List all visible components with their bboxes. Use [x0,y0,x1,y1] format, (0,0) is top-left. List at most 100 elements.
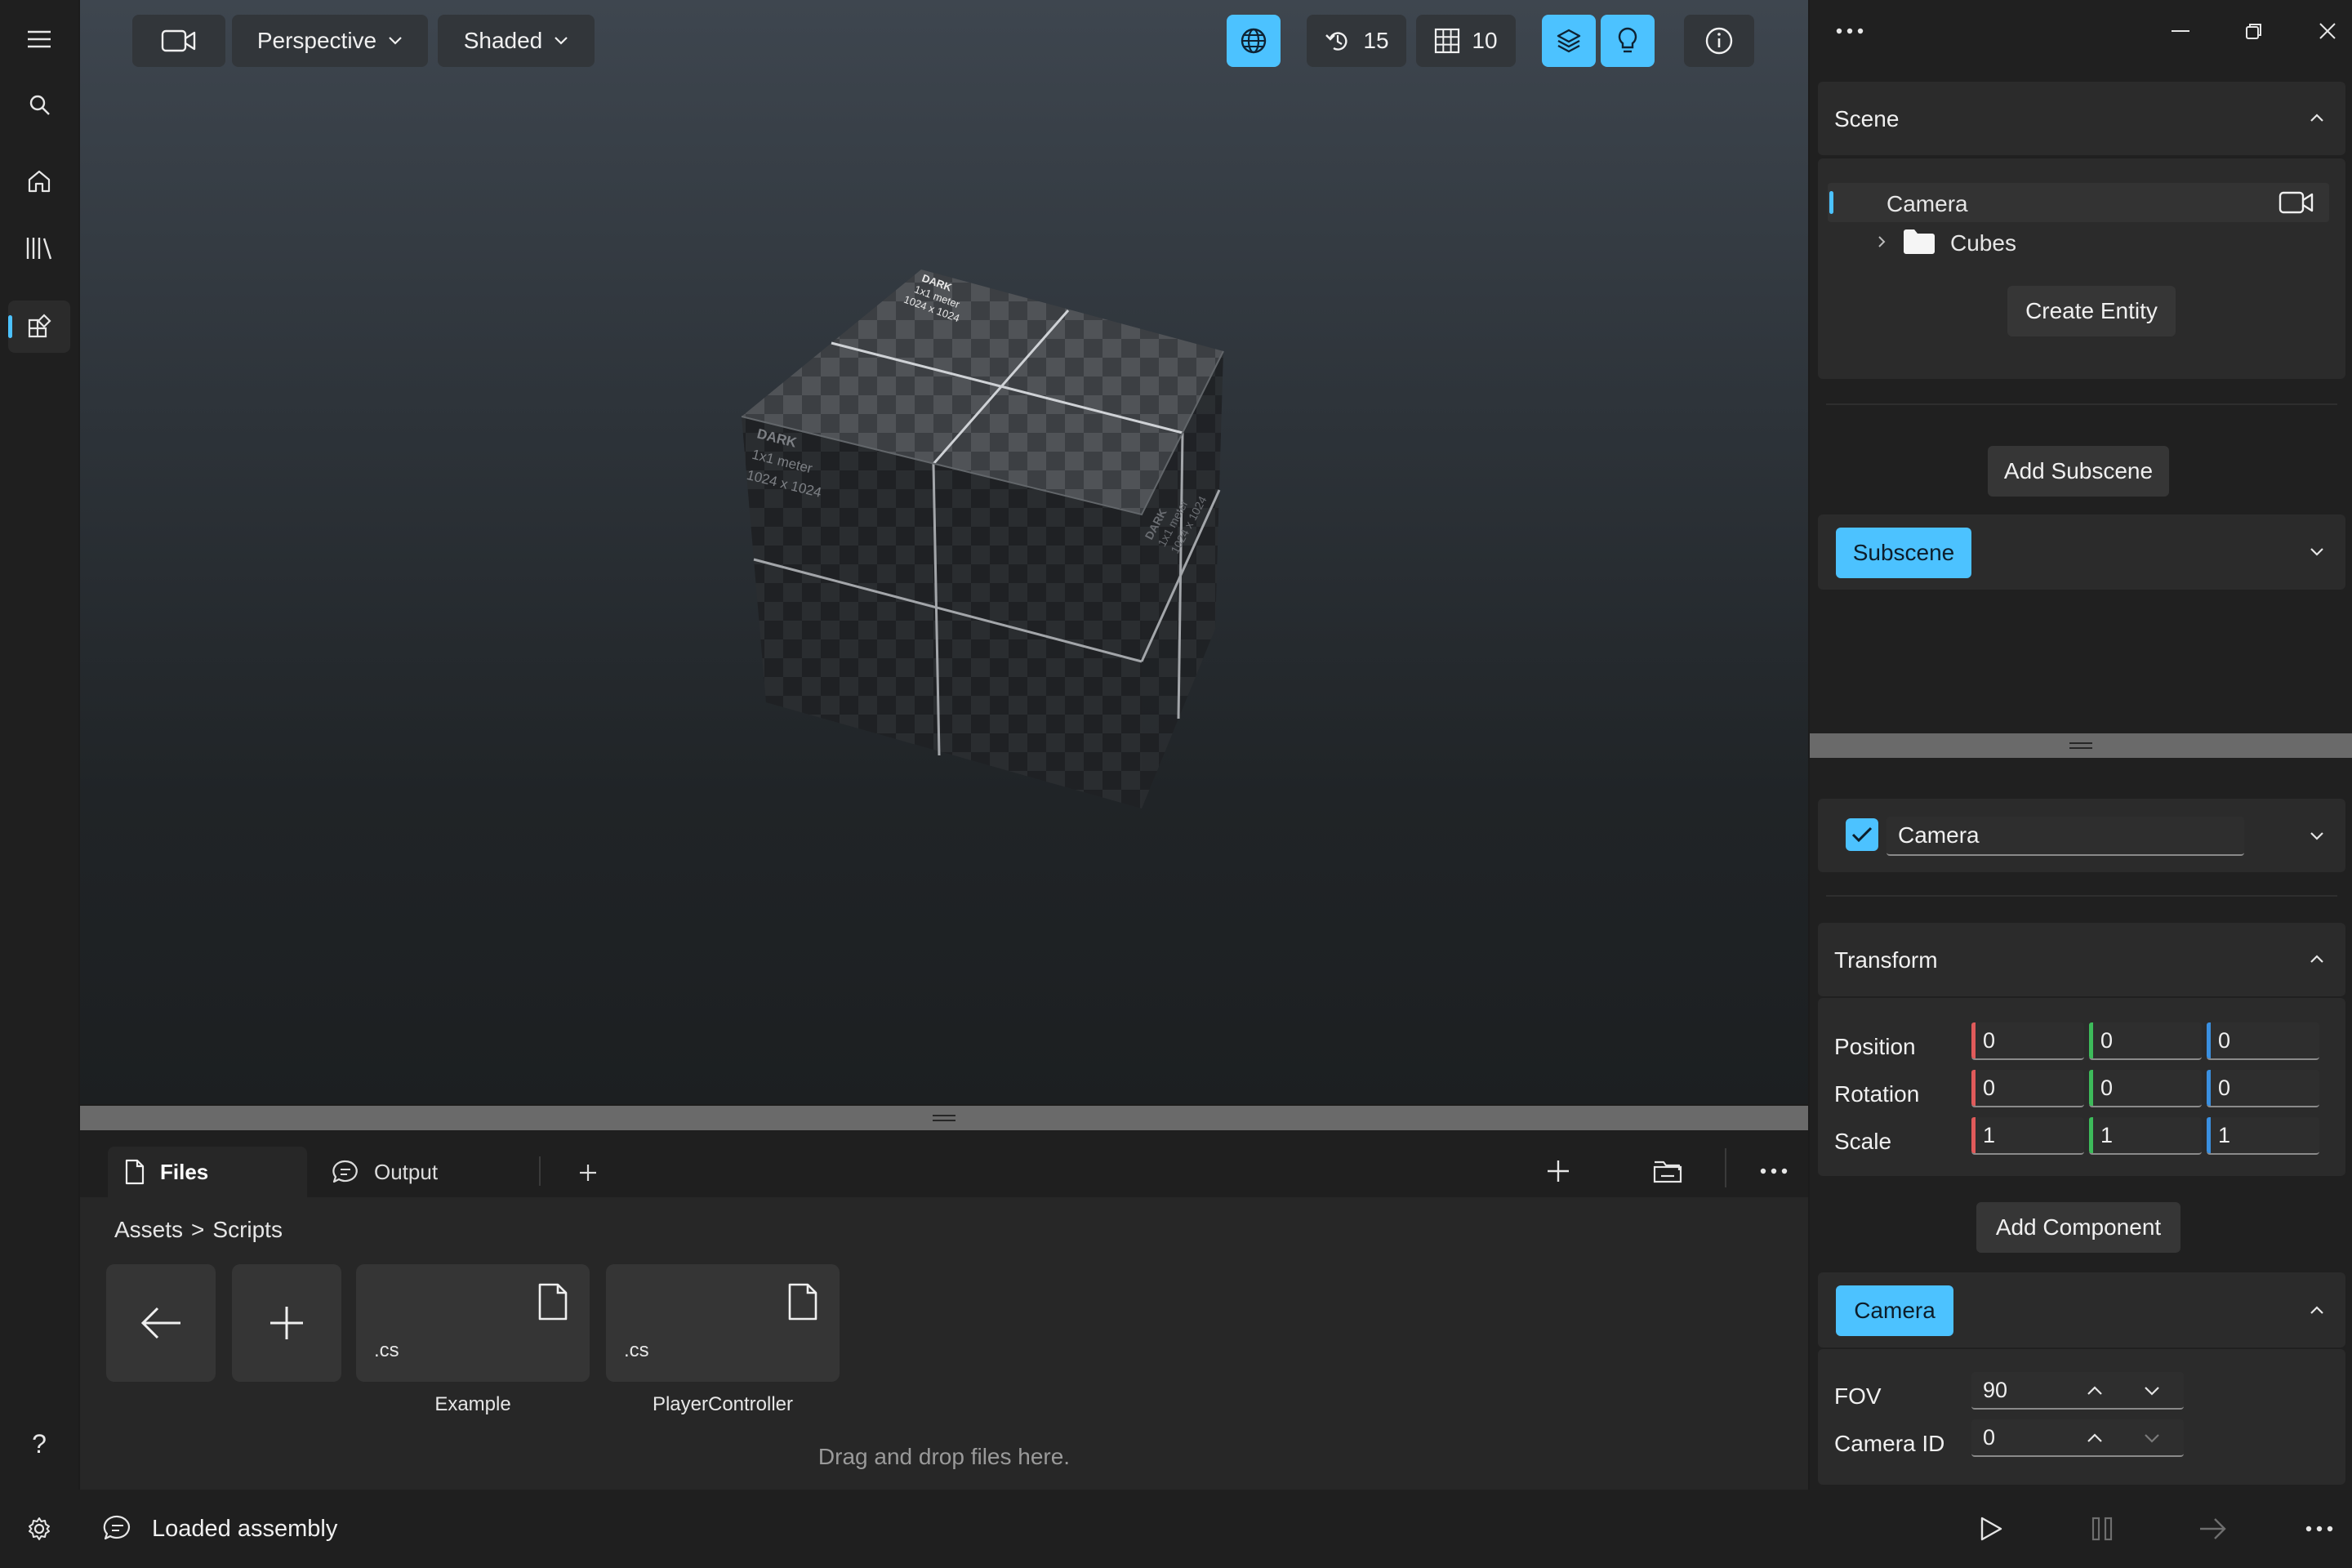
projection-label: Perspective [256,28,377,53]
camera-component-body: FOV 90 Camera ID 0 [1818,1349,2345,1485]
play-button[interactable] [1968,1508,2014,1550]
panel-more-button[interactable] [1836,28,1864,34]
right-panel: Scene Camera Cubes Create Entity Add Sub… [1810,0,2352,1490]
files-more-button[interactable] [1748,1148,1800,1194]
lighting-toggle[interactable] [1601,15,1655,67]
file-tile-playercontroller[interactable]: .cs [606,1264,840,1382]
fov-number-input[interactable]: 90 [1971,1372,2184,1410]
viewport-splitter[interactable] [80,1106,1808,1130]
layers-toggle[interactable] [1542,15,1596,67]
breadcrumb-scripts[interactable]: Scripts [212,1217,283,1243]
value: 0 [1983,1075,1996,1100]
grid-snap-button[interactable]: 10 [1416,15,1516,67]
status-more-button[interactable] [2295,1508,2344,1550]
scale-x-input[interactable]: 1 [1971,1117,2084,1155]
camera-id-number-input[interactable]: 0 [1971,1419,2184,1457]
rotation-y-input[interactable]: 0 [2089,1070,2202,1107]
entity-name-input[interactable]: Camera [1886,817,2244,856]
value: 0 [1983,1027,1996,1053]
menu-button[interactable] [8,13,70,65]
rotation-x-input[interactable]: 0 [1971,1070,2084,1107]
step-button[interactable] [2190,1508,2236,1550]
entity-enabled-checkbox[interactable] [1846,818,1878,851]
camera-view-button[interactable] [132,15,225,67]
camera-component-button[interactable]: Camera [1836,1285,1953,1336]
chevron-up-icon[interactable] [2310,1305,2324,1315]
chevron-down-icon[interactable] [2310,547,2324,557]
scale-y-input[interactable]: 1 [2089,1117,2202,1155]
search-button[interactable] [8,78,70,131]
chevron-up-icon[interactable] [2086,1385,2104,1396]
scene-editor-button[interactable] [8,301,70,353]
more-icon [1760,1168,1788,1174]
position-y-input[interactable]: 0 [2089,1022,2202,1060]
position-x-input[interactable]: 0 [1971,1022,2084,1060]
help-button[interactable]: ? [8,1418,70,1470]
checker-cube[interactable]: DARK 1x1 meter 1024 x 1024 DARK 1x1 mete… [652,245,1272,833]
info-button[interactable] [1684,15,1754,67]
entity-header-card: Camera [1818,799,2345,872]
scene-tree: Camera Cubes Create Entity [1818,158,2345,379]
projection-dropdown[interactable]: Perspective [232,15,428,67]
breadcrumb-separator: > [191,1217,205,1242]
open-folder-button[interactable] [1642,1148,1694,1194]
subscene-button[interactable]: Subscene [1836,528,1971,578]
chevron-down-icon[interactable] [2143,1432,2161,1444]
file-tile-example[interactable]: .cs [356,1264,590,1382]
add-component-button[interactable]: Add Component [1976,1202,2180,1253]
folder-open-icon [1653,1160,1682,1183]
chevron-down-icon[interactable] [2143,1385,2161,1396]
scale-z-input[interactable]: 1 [2207,1117,2319,1155]
drop-hint: Drag and drop files here. [817,1444,1071,1469]
settings-button[interactable] [8,1503,70,1555]
divider [1826,895,2337,897]
value: 0 [2100,1027,2114,1053]
tab-files[interactable]: Files [108,1147,307,1197]
grid-icon [1435,28,1460,54]
close-button[interactable] [2305,13,2350,49]
add-file-button[interactable] [232,1264,341,1382]
tab-output[interactable]: Output [315,1147,528,1197]
transform-card-header[interactable]: Transform [1818,923,2345,996]
rotation-z-input[interactable]: 0 [2207,1070,2319,1107]
hamburger-icon [28,30,51,48]
chevron-up-icon[interactable] [2086,1432,2104,1444]
position-label: Position [1834,1034,1916,1059]
angle-snap-button[interactable]: 15 [1307,15,1406,67]
file-extension: .cs [624,1339,649,1361]
entity-row-camera[interactable]: Camera [1828,183,2329,222]
world-space-toggle[interactable] [1227,15,1281,67]
search-icon [29,95,50,115]
file-name-example: Example [434,1393,511,1415]
entity-row-cubes[interactable]: Cubes [1828,224,2329,261]
chevron-down-icon[interactable] [2310,831,2324,841]
grip-icon [933,1115,956,1121]
value: 0 [2100,1075,2114,1100]
restore-icon [2246,24,2261,39]
fov-label: FOV [1834,1383,1882,1409]
scene-viewport[interactable]: Perspective Shaded 15 10 DARK 1x1 meter … [80,0,1808,1104]
restore-button[interactable] [2231,13,2277,49]
rotation-label: Rotation [1834,1081,1920,1107]
shading-dropdown[interactable]: Shaded [438,15,595,67]
globe-icon [1241,28,1267,54]
home-button[interactable] [8,155,70,207]
library-button[interactable] [8,222,70,274]
file-extension: .cs [374,1339,399,1361]
pause-button[interactable] [2079,1508,2125,1550]
new-file-button[interactable] [1534,1148,1583,1194]
breadcrumb-assets[interactable]: Assets [114,1217,183,1243]
value: 1 [1983,1122,1996,1147]
scene-card-header[interactable]: Scene [1818,82,2345,155]
add-tab-button[interactable] [573,1158,603,1187]
grid-snap-value: 10 [1472,28,1498,53]
play-icon [1980,1517,2002,1541]
minimize-button[interactable] [2158,13,2203,49]
position-z-input[interactable]: 0 [2207,1022,2319,1060]
scale-label: Scale [1834,1129,1892,1154]
create-entity-button[interactable]: Create Entity [2007,286,2176,336]
back-button[interactable] [106,1264,216,1382]
add-subscene-button[interactable]: Add Subscene [1988,446,2169,497]
message-icon [103,1515,131,1540]
panel-splitter[interactable] [1810,733,2352,758]
